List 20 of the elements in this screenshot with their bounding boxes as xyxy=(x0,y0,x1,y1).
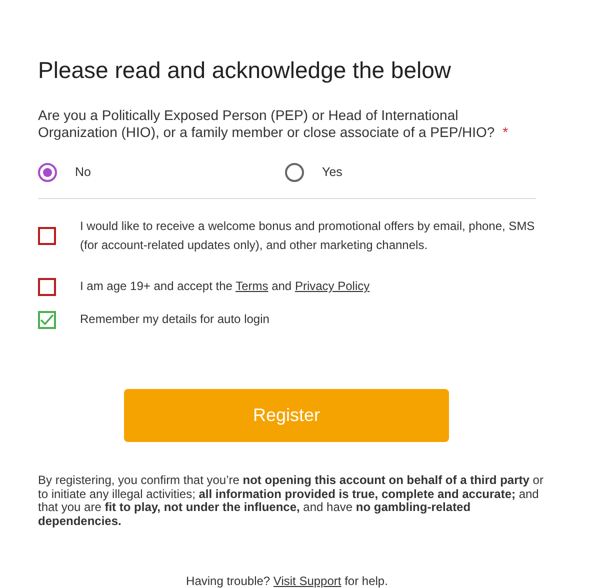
disclaimer-text: By registering, you confirm that you’re not opening this account on behalf of a third party or to initiate any illegal activities; all information provided is true, complete and accurate; and that you are fit to play, not under the influence, and have no gambling-related dependencies. xyxy=(38,474,544,528)
page-title: Please read and acknowledge the below xyxy=(38,56,452,85)
checkbox[interactable] xyxy=(38,310,56,328)
checkbox[interactable] xyxy=(38,278,56,296)
text-link[interactable]: Terms xyxy=(236,279,268,293)
checkbox-label: I am age 19+ and accept the Terms and Privacy Policy xyxy=(80,278,370,295)
check-icon xyxy=(40,314,54,326)
radio-option[interactable]: No xyxy=(38,163,285,182)
checkbox-label: I would like to receive a welcome bonus and promotional offers by email, phone, SMS (for account-related updates only), and other marketing channels. xyxy=(80,218,536,254)
checkbox[interactable] xyxy=(38,227,56,245)
radio-option[interactable]: Yes xyxy=(285,163,342,182)
support-link[interactable]: Visit Support xyxy=(273,574,342,588)
text-link[interactable]: Privacy Policy xyxy=(294,279,370,293)
option-label: No xyxy=(75,164,91,182)
help-text: Having trouble? Visit Support for help. xyxy=(185,573,389,588)
radio-button[interactable] xyxy=(38,163,57,182)
checkbox-label: Remember my details for auto login xyxy=(80,311,270,328)
pep-question: Are you a Politically Exposed Person (PEP) or Head of International Organization (HIO), or a family member or close associate of a PEP/HIO? * xyxy=(38,107,510,141)
option-label: Yes xyxy=(322,164,342,182)
radio-button[interactable] xyxy=(285,163,304,182)
